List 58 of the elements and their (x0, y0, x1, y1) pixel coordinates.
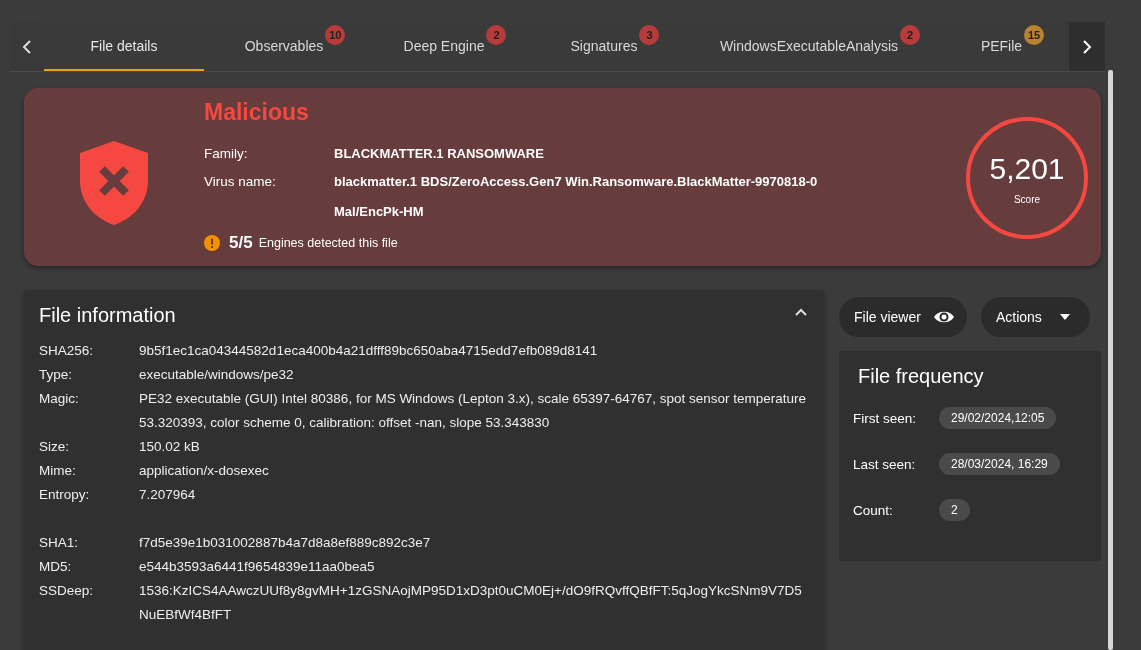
score-value: 5,201 (989, 151, 1065, 186)
field-value: 150.02 kB (139, 438, 201, 456)
caret-down-icon (1059, 314, 1070, 320)
count-badge: 2 (486, 25, 507, 45)
field-label: Count: (853, 502, 894, 518)
field-label: Type: (39, 366, 74, 384)
field-value: application/x-dosexec (139, 462, 270, 480)
field-value: 9b5f1ec1ca04344582d1eca400b4a21dfff89bc650aba4715edd7efb089d8141 (139, 342, 599, 360)
field-label: Size: (39, 438, 70, 456)
card-title: File frequency (858, 365, 985, 388)
field-label: Family: (204, 145, 249, 163)
field-label: SHA1: (39, 534, 80, 552)
detection-count: 5/5 (229, 233, 253, 253)
field-label: SHA256: (39, 342, 95, 360)
score-label: Score (1013, 193, 1041, 205)
chevron-up-icon (795, 307, 807, 316)
tab[interactable]: Observables 10 (204, 22, 364, 71)
field-label: Virus name: (204, 173, 277, 191)
field-value: 1536:KzICS4AAwczUUf8y8gvMH+1zGSNAojMP95D1xD3pt0uCM0Ej+/dO9fRQvffQBfFT:5qJogYkcSNm9V7D5NuEBfWf4BfFT (139, 582, 803, 624)
field-label: Mime: (39, 462, 77, 480)
chevron-right-icon (1082, 39, 1092, 54)
tab[interactable]: File details (44, 22, 204, 71)
field-value: BLACKMATTER.1 RANSOMWARE (334, 145, 544, 163)
field-label: Entropy: (39, 486, 91, 504)
field-value: e544b3593a6441f9654839e11aa0bea5 (139, 558, 376, 576)
field-label: MD5: (39, 558, 73, 576)
field-label: Last seen: (853, 456, 917, 472)
tab[interactable]: Signatures 3 (524, 22, 684, 71)
field-label: Magic: (39, 390, 80, 408)
field-value: 7.207964 (139, 486, 197, 504)
value-chip: 28/03/2024, 16:29 (939, 453, 1060, 475)
value-chip: 29/02/2024,12:05 (939, 407, 1057, 429)
field-value: PE32 executable (GUI) Intel 80386, for MS Windows (Lepton 3.x), scale 65397-64767, spot sensor temperature 53.320393, color scheme 0, calibration: offset -nan, slope 53.343830 (139, 390, 808, 432)
card-title: File information (39, 304, 176, 327)
field-value: blackmatter.1 BDS/ZeroAccess.Gen7 Win.Ransomware.BlackMatter-9970818-0 (334, 173, 818, 191)
actions-button[interactable]: Actions (980, 297, 1090, 337)
tab[interactable]: Deep Engine 2 (364, 22, 524, 71)
field-label: SSDeep: (39, 582, 95, 600)
file-viewer-button[interactable]: File viewer (839, 297, 967, 337)
chevron-left-icon (22, 39, 32, 54)
eye-icon (932, 310, 955, 324)
tab[interactable]: PEFile 15 (934, 22, 1069, 71)
warning-icon (204, 235, 220, 251)
tab[interactable]: WindowsExecutableAnalysis 2 (684, 22, 934, 71)
scroll-right-button[interactable] (1069, 22, 1105, 71)
field-value: f7d5e39e1b031002887b4a7d8a8ef889c892c3e7 (139, 534, 432, 552)
verdict-title: Malicious (204, 99, 310, 126)
field-value: Mal/EncPk-HM (334, 203, 425, 221)
detection-label: Engines detected this file (258, 236, 398, 250)
count-badge: 15 (1024, 25, 1045, 45)
value-chip: 2 (939, 499, 970, 521)
field-value: executable/windows/pe32 (139, 366, 295, 384)
count-badge: 10 (325, 25, 346, 45)
count-badge: 2 (900, 25, 921, 45)
count-badge: 3 (639, 25, 660, 45)
shield-x-icon (80, 141, 148, 225)
field-label: First seen: (853, 410, 918, 426)
scrollbar[interactable] (1108, 70, 1113, 650)
